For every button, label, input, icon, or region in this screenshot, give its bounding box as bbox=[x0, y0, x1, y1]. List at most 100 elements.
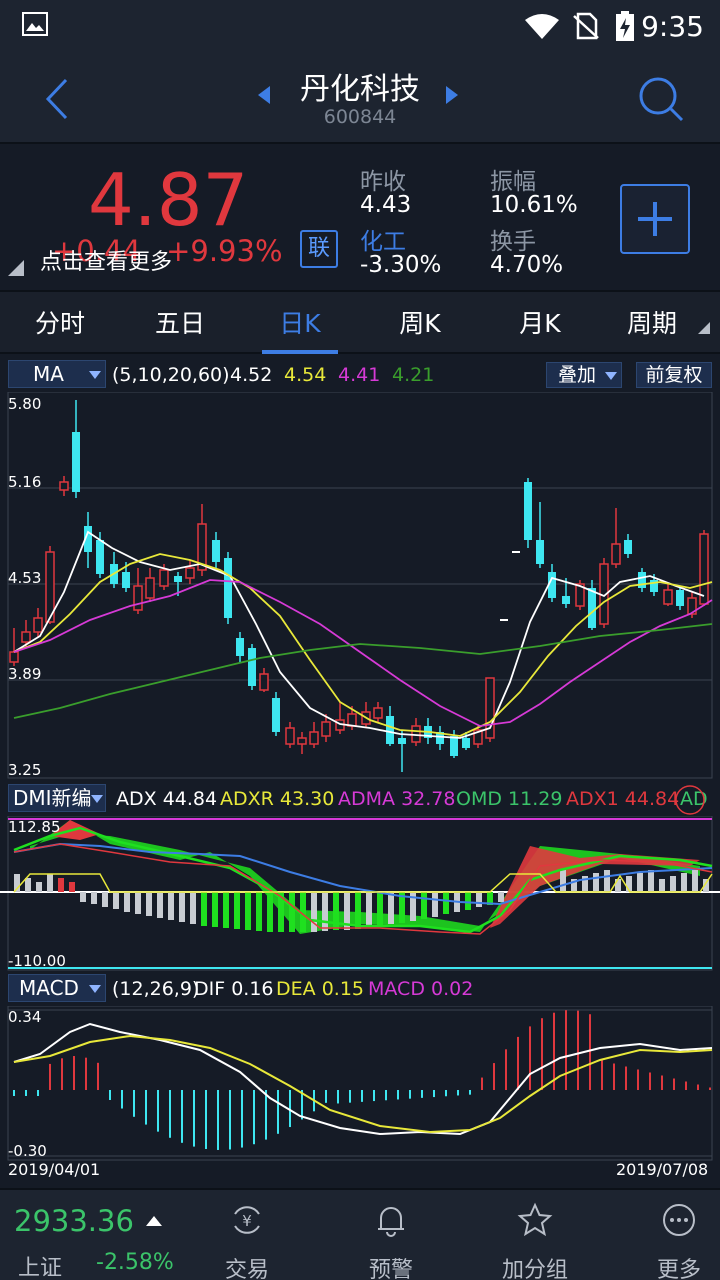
quote-panel: 4.87 +0.44 +9.93% 点击查看更多 联 昨收 4.43 化工 -3… bbox=[0, 146, 720, 292]
macd-label: MACD bbox=[368, 978, 425, 1000]
dmi-bar bbox=[102, 892, 108, 907]
date-start: 2019/04/01 bbox=[8, 1160, 101, 1179]
view-more-link[interactable]: 点击查看更多 bbox=[40, 244, 172, 276]
tab-intraday[interactable]: 分时 bbox=[0, 304, 120, 340]
dmi-bar bbox=[157, 892, 163, 918]
tab-monthly-k[interactable]: 月K bbox=[480, 304, 600, 340]
dmi-axis-bottom: -110.00 bbox=[8, 952, 66, 970]
macd-dea-line bbox=[13, 1034, 713, 1134]
nav-trade-label: 交易 bbox=[224, 1258, 269, 1280]
dmi-bar bbox=[648, 870, 654, 892]
candle-down bbox=[96, 540, 104, 574]
dmi-chart[interactable] bbox=[0, 816, 720, 972]
index-percent: -2.58% bbox=[96, 1250, 174, 1275]
dmi-bar bbox=[311, 892, 317, 932]
dmi-axis-top: 112.85 bbox=[8, 818, 61, 836]
candle-down bbox=[122, 572, 130, 588]
bell-icon bbox=[378, 1207, 404, 1237]
linked-badge[interactable]: 联 bbox=[300, 230, 338, 268]
macd-row: MACD (12,26,9) DIF 0.16 DEA 0.15 MACD 0.… bbox=[0, 972, 720, 1006]
dmi-bar bbox=[245, 892, 251, 930]
search-icon[interactable] bbox=[634, 72, 688, 126]
dmi-bar bbox=[234, 892, 240, 929]
dmi-bar bbox=[443, 892, 449, 914]
candlestick-chart[interactable] bbox=[0, 392, 720, 780]
next-stock-button[interactable] bbox=[446, 86, 458, 104]
candle-down bbox=[224, 558, 232, 618]
candle-up bbox=[33, 617, 43, 633]
turnover-label: 换手 bbox=[490, 229, 536, 255]
ma-selector[interactable]: MA bbox=[8, 360, 106, 388]
candle-down bbox=[386, 716, 394, 744]
header: 丹化科技 600844 bbox=[0, 52, 720, 144]
dmi-bar bbox=[681, 873, 687, 892]
dmi-bar bbox=[80, 892, 86, 902]
chevron-down-icon bbox=[605, 372, 617, 380]
dmi-bar bbox=[58, 878, 64, 892]
candle-up bbox=[185, 567, 195, 579]
clock: 9:35 bbox=[641, 10, 704, 43]
adjust-button[interactable]: 前复权 bbox=[636, 362, 712, 388]
gallery-icon bbox=[22, 12, 48, 36]
price-axis-2: 5.16 bbox=[8, 473, 42, 491]
candle-up bbox=[59, 481, 69, 491]
ma60-value: 4.21 bbox=[392, 364, 435, 386]
amplitude-value: 10.61% bbox=[490, 192, 578, 218]
dmi-bar bbox=[498, 892, 504, 902]
dmi-bar bbox=[377, 892, 383, 926]
candle-up bbox=[309, 731, 319, 745]
macd-readout: MACD 0.02 bbox=[368, 978, 473, 1000]
candle-up bbox=[259, 673, 269, 691]
bottom-bar: 2933.36 上证 -2.58% ¥ 交易 预警 加分组 更多 bbox=[0, 1188, 720, 1280]
adma-readout: ADMA 32.78 bbox=[338, 788, 455, 810]
ma-params: (5,10,20,60) bbox=[112, 364, 230, 386]
omd-label: OMD bbox=[456, 788, 502, 810]
overlay-button[interactable]: 叠加 bbox=[546, 362, 622, 388]
dmi-bar bbox=[91, 892, 97, 904]
chevron-down-icon bbox=[91, 795, 103, 803]
dmi-bar bbox=[124, 892, 130, 912]
macd-axis-top: 0.34 bbox=[8, 1008, 42, 1026]
active-tab-indicator bbox=[262, 350, 338, 354]
dmi-bar bbox=[69, 882, 75, 892]
adx-label: ADX bbox=[116, 788, 157, 810]
tab-period[interactable]: 周期 bbox=[592, 304, 712, 340]
dmi-bar bbox=[637, 873, 643, 892]
dmi-bar bbox=[267, 892, 273, 932]
candle-down bbox=[624, 540, 632, 554]
candle-down bbox=[536, 540, 544, 564]
tab-daily-k[interactable]: 日K bbox=[240, 304, 360, 340]
amplitude-label: 振幅 bbox=[490, 169, 536, 195]
dmi-bar bbox=[432, 892, 438, 917]
candle-up bbox=[373, 707, 383, 719]
macd-selector[interactable]: MACD bbox=[8, 974, 106, 1002]
candle-down bbox=[174, 576, 182, 582]
dmi-bar bbox=[476, 892, 482, 907]
price-axis-4: 3.89 bbox=[8, 665, 42, 683]
index-expand-icon[interactable] bbox=[146, 1216, 162, 1226]
price-axis-top: 5.80 bbox=[8, 395, 42, 413]
sector-link[interactable]: 化工 bbox=[360, 222, 406, 256]
macd-chart[interactable] bbox=[0, 1006, 720, 1162]
dmi-bar bbox=[179, 892, 185, 922]
stock-name: 丹化科技 bbox=[300, 72, 420, 107]
macd-selector-label: MACD bbox=[19, 976, 79, 1000]
add-watchlist-button[interactable] bbox=[620, 184, 690, 254]
dmi-selector-label: DMI新编 bbox=[13, 786, 92, 810]
candle-up bbox=[699, 533, 709, 605]
tab-weekly-k[interactable]: 周K bbox=[360, 304, 480, 340]
dmi-bar bbox=[366, 892, 372, 927]
dif-value: 0.16 bbox=[231, 978, 274, 1000]
dmi-bar bbox=[355, 892, 361, 929]
dmi-bar bbox=[560, 870, 566, 892]
index-value[interactable]: 2933.36 bbox=[14, 1204, 134, 1238]
chevron-down-icon bbox=[89, 371, 101, 379]
dea-value: 0.15 bbox=[321, 978, 364, 1000]
corner-triangle-icon bbox=[8, 260, 24, 276]
wifi-icon bbox=[525, 14, 559, 39]
tab-five-day[interactable]: 五日 bbox=[120, 304, 240, 340]
candle-down bbox=[236, 638, 244, 656]
dmi-selector[interactable]: DMI新编 bbox=[8, 784, 106, 812]
macd-params: (12,26,9) bbox=[112, 978, 200, 1000]
info-circle-icon[interactable] bbox=[674, 784, 706, 816]
